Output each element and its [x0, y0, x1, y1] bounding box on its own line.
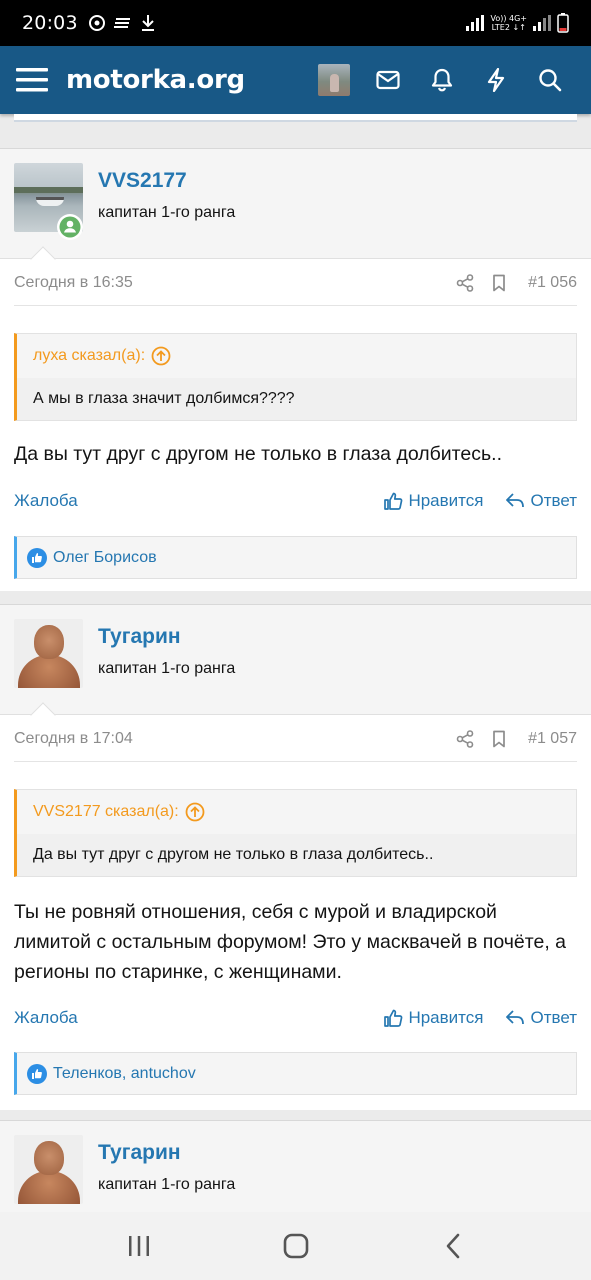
likes-bar: Теленков, antuchov: [14, 1052, 577, 1095]
bookmark-button[interactable]: [482, 730, 516, 748]
site-logo[interactable]: motorka.org: [66, 65, 245, 95]
whats-new-button[interactable]: [469, 60, 523, 100]
post-actions: Жалоба Нравится Ответ: [14, 1003, 577, 1033]
reply-icon: [506, 1010, 525, 1025]
quote-block: луха сказал(а): А мы в глаза значит долб…: [14, 333, 577, 421]
post-meta: Сегодня в 16:35 #1 056: [14, 261, 577, 306]
post-actions: Жалоба Нравится Ответ: [14, 486, 577, 516]
post-1056: VVS2177 капитан 1-го ранга Сегодня в 16:…: [0, 148, 591, 591]
arrow-up-circle-icon: [151, 346, 171, 366]
post-next: Тугарин капитан 1-го ранга: [0, 1120, 591, 1212]
recent-apps-icon: [128, 1236, 149, 1256]
app-header: motorka.org: [0, 46, 591, 114]
avatar-tugarin[interactable]: [14, 1135, 83, 1204]
battery-icon: [557, 13, 569, 33]
quote-author: луха сказал(а):: [33, 347, 146, 364]
post-username[interactable]: Тугарин: [98, 1141, 181, 1165]
account-button[interactable]: [307, 60, 361, 100]
envelope-icon: [376, 70, 400, 90]
online-status-icon: [57, 214, 83, 240]
report-link[interactable]: Жалоба: [14, 491, 78, 511]
likes-users[interactable]: Теленков, antuchov: [53, 1065, 196, 1083]
post-number[interactable]: #1 056: [528, 274, 577, 292]
post-user-bar: Тугарин капитан 1-го ранга: [0, 1121, 591, 1212]
quote-author: VVS2177 сказал(а):: [33, 803, 179, 820]
reply-button[interactable]: Ответ: [505, 491, 577, 511]
hamburger-menu-icon[interactable]: [16, 67, 48, 93]
search-button[interactable]: [523, 60, 577, 100]
post-date[interactable]: Сегодня в 17:04: [14, 730, 133, 748]
post-user-title: капитан 1-го ранга: [98, 660, 236, 677]
back-button[interactable]: [423, 1216, 483, 1276]
report-link[interactable]: Жалоба: [14, 1008, 78, 1028]
bookmark-icon: [493, 274, 505, 292]
post-user-bar: Тугарин капитан 1-го ранга: [0, 605, 591, 728]
post-1057: Тугарин капитан 1-го ранга Сегодня в 17:…: [0, 604, 591, 1110]
network-indicator: Vo)) 4G+ LTE2 ↓↑: [490, 14, 527, 32]
post-message: Ты не ровняй отношения, себя с мурой и в…: [14, 901, 566, 983]
post-message: Да вы тут друг с другом не только в глаз…: [14, 443, 502, 465]
post-username[interactable]: VVS2177: [98, 169, 187, 193]
post-number[interactable]: #1 057: [528, 730, 577, 748]
likes-bar: Олег Борисов: [14, 536, 577, 579]
network-type-top: Vo)) 4G+: [490, 14, 527, 23]
quote-text: А мы в глаза значит долбимся????: [17, 378, 576, 420]
home-button[interactable]: [266, 1216, 326, 1276]
android-nav-bar: [0, 1212, 591, 1280]
quote-text: Да вы тут друг с другом не только в глаз…: [17, 834, 576, 876]
like-badge-icon: [27, 547, 47, 568]
post-user-title: капитан 1-го ранга: [98, 204, 236, 221]
data-saver-icon: [113, 18, 130, 28]
search-icon: [539, 69, 562, 92]
inbox-button[interactable]: [361, 60, 415, 100]
status-time: 20:03: [22, 12, 78, 34]
signal-icon-2: [533, 15, 551, 31]
signal-icon: [466, 15, 485, 31]
home-icon: [283, 1233, 308, 1259]
status-bar: 20:03 Vo)) 4G+ LTE2 ↓↑: [0, 0, 591, 46]
avatar-tugarin[interactable]: [14, 619, 83, 688]
thumbs-up-icon: [384, 492, 403, 510]
back-icon: [446, 1233, 459, 1259]
recent-apps-button[interactable]: [109, 1216, 169, 1276]
quote-header[interactable]: луха сказал(а):: [17, 334, 576, 378]
previous-post-edge: [14, 114, 577, 122]
bookmark-icon: [493, 730, 505, 748]
thumbs-up-icon: [384, 1009, 403, 1027]
lightning-icon: [487, 68, 505, 92]
likes-users[interactable]: Олег Борисов: [53, 549, 157, 567]
reply-label: Ответ: [530, 491, 577, 510]
share-icon: [456, 730, 474, 748]
arrow-up-circle-icon: [185, 802, 205, 822]
user-avatar: [318, 64, 350, 96]
post-username[interactable]: Тугарин: [98, 625, 181, 649]
post-date[interactable]: Сегодня в 16:35: [14, 274, 133, 292]
like-badge-icon: [27, 1063, 47, 1084]
download-icon: [141, 15, 154, 31]
sync-icon: [88, 15, 105, 31]
like-button[interactable]: Нравится: [383, 1008, 483, 1028]
like-label: Нравится: [408, 1008, 484, 1027]
like-button[interactable]: Нравится: [383, 491, 483, 511]
share-button[interactable]: [448, 274, 482, 292]
post-user-bar: VVS2177 капитан 1-го ранга: [0, 149, 591, 272]
like-label: Нравится: [408, 491, 484, 510]
network-type-bottom: LTE2 ↓↑: [491, 23, 526, 32]
post-user-title: капитан 1-го ранга: [98, 1176, 236, 1193]
thread-content: VVS2177 капитан 1-го ранга Сегодня в 16:…: [0, 114, 591, 1212]
share-icon: [456, 274, 474, 292]
reply-icon: [506, 493, 525, 508]
alerts-button[interactable]: [415, 60, 469, 100]
reply-label: Ответ: [530, 1008, 577, 1027]
bell-icon: [431, 68, 453, 92]
quote-header[interactable]: VVS2177 сказал(а):: [17, 790, 576, 834]
share-button[interactable]: [448, 730, 482, 748]
reply-button[interactable]: Ответ: [505, 1008, 577, 1028]
quote-block: VVS2177 сказал(а): Да вы тут друг с друг…: [14, 789, 577, 877]
post-meta: Сегодня в 17:04 #1 057: [14, 717, 577, 762]
bookmark-button[interactable]: [482, 274, 516, 292]
